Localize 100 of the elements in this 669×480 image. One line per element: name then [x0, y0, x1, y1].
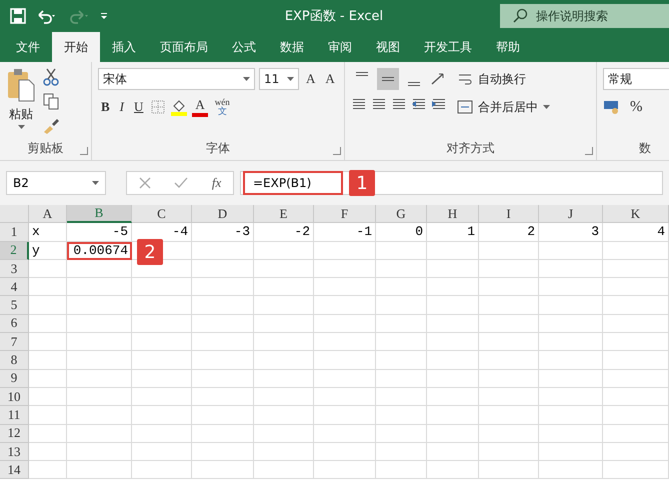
table-cell: [29, 424, 67, 443]
column-header[interactable]: E: [254, 205, 314, 224]
ribbon-tab[interactable]: 开发工具: [412, 32, 484, 62]
dialog-launcher-icon[interactable]: [585, 147, 593, 155]
row-header[interactable]: 5: [0, 296, 29, 315]
phonetic-button[interactable]: wén 文: [212, 96, 233, 118]
table-cell: [314, 370, 376, 388]
copy-icon[interactable]: [42, 92, 60, 110]
ribbon-tab[interactable]: 插入: [100, 32, 148, 62]
grow-font-button[interactable]: A: [303, 68, 318, 90]
column-header[interactable]: F: [314, 205, 376, 224]
ribbon-tab[interactable]: 开始: [52, 32, 100, 62]
dialog-launcher-icon[interactable]: [333, 147, 341, 155]
table-cell: 0.00674: [67, 242, 132, 260]
row-header[interactable]: 7: [0, 333, 29, 352]
ribbon-tab[interactable]: 页面布局: [148, 32, 220, 62]
row-header[interactable]: 14: [0, 461, 29, 480]
percent-button[interactable]: %: [627, 96, 646, 118]
table-cell: [376, 314, 427, 334]
border-icon[interactable]: [150, 99, 166, 115]
group-label: 剪贴板: [26, 140, 64, 157]
row-header[interactable]: 1: [0, 223, 29, 242]
wrap-text-button[interactable]: 自动换行: [455, 68, 552, 90]
formula-field[interactable]: =EXP(B1) 1: [240, 171, 663, 195]
table-cell: [427, 406, 479, 425]
row-header[interactable]: 3: [0, 260, 29, 278]
column-header[interactable]: A: [29, 205, 67, 224]
underline-button[interactable]: U: [131, 96, 146, 118]
table-cell: [427, 388, 479, 406]
table-cell: [314, 296, 376, 315]
number-format-dropdown[interactable]: 常规: [603, 68, 669, 90]
align-left-icon[interactable]: [351, 96, 367, 112]
row-header[interactable]: 9: [0, 370, 29, 388]
row-header[interactable]: 11: [0, 406, 29, 425]
font-name-dropdown[interactable]: 宋体: [98, 68, 255, 90]
table-cell: [29, 442, 67, 462]
save-icon[interactable]: [10, 8, 26, 24]
column-header[interactable]: J: [539, 205, 603, 224]
paintbrush-icon[interactable]: [42, 116, 60, 134]
column-header[interactable]: G: [376, 205, 427, 224]
column-header[interactable]: D: [192, 205, 254, 224]
row-header[interactable]: 8: [0, 351, 29, 370]
search-field[interactable]: 操作说明搜索: [500, 4, 669, 28]
increase-indent-icon[interactable]: [431, 96, 447, 112]
table-cell: [67, 424, 132, 443]
callout-badge: 1: [349, 170, 375, 196]
row-header[interactable]: 6: [0, 314, 29, 334]
ribbon-tab[interactable]: 数据: [268, 32, 316, 62]
ribbon-tab[interactable]: 文件: [4, 32, 52, 62]
table-cell: [539, 242, 603, 260]
vertical-align-button[interactable]: [377, 68, 399, 90]
column-header[interactable]: C: [132, 205, 192, 224]
column-header[interactable]: H: [427, 205, 479, 224]
table-cell: [603, 296, 669, 315]
table-cell: [427, 442, 479, 462]
table-cell: [67, 442, 132, 462]
paste-button[interactable]: 粘贴: [6, 68, 36, 140]
bold-button[interactable]: B: [98, 96, 113, 118]
font-size-dropdown[interactable]: 11: [259, 68, 299, 90]
table-cell: [539, 424, 603, 443]
search-icon: [512, 8, 528, 24]
table-cell: [254, 388, 314, 406]
align-center-icon[interactable]: [371, 96, 387, 112]
fill-color-icon[interactable]: [170, 98, 188, 116]
scissors-icon[interactable]: [42, 68, 60, 86]
clipboard-icon: [6, 68, 36, 104]
decrease-indent-icon[interactable]: [411, 96, 427, 112]
ribbon-tab[interactable]: 视图: [364, 32, 412, 62]
name-box[interactable]: B2: [6, 171, 106, 195]
undo-icon[interactable]: [36, 8, 58, 24]
italic-button[interactable]: I: [116, 96, 128, 118]
font-color-button[interactable]: A: [192, 97, 208, 117]
row-header[interactable]: 12: [0, 424, 29, 443]
merge-center-button[interactable]: 合并后居中: [455, 96, 552, 118]
table-cell: [314, 424, 376, 443]
row-header[interactable]: 10: [0, 388, 29, 406]
table-cell: 3: [539, 223, 603, 242]
row-header[interactable]: 2: [0, 242, 29, 260]
ribbon-tab[interactable]: 帮助: [484, 32, 532, 62]
ribbon-tab[interactable]: 公式: [220, 32, 268, 62]
column-header[interactable]: K: [603, 205, 669, 224]
ribbon-tab[interactable]: 审阅: [316, 32, 364, 62]
check-icon[interactable]: [174, 177, 188, 189]
row-header[interactable]: 13: [0, 442, 29, 462]
customize-menu-icon[interactable]: [100, 12, 108, 20]
table-cell: [132, 370, 192, 388]
column-header[interactable]: B: [67, 205, 132, 224]
table-cell: [132, 278, 192, 296]
insert-function-button[interactable]: fx: [212, 175, 222, 191]
shrink-font-button[interactable]: A: [322, 68, 338, 90]
dialog-launcher-icon[interactable]: [80, 147, 88, 155]
row-header[interactable]: 4: [0, 278, 29, 296]
table-cell: [254, 424, 314, 443]
table-cell: [29, 260, 67, 278]
table-cell: [132, 442, 192, 462]
align-right-icon[interactable]: [391, 96, 407, 112]
table-cell: [314, 260, 376, 278]
table-cell: [254, 314, 314, 334]
column-header[interactable]: I: [479, 205, 539, 224]
table-cell: [427, 333, 479, 352]
